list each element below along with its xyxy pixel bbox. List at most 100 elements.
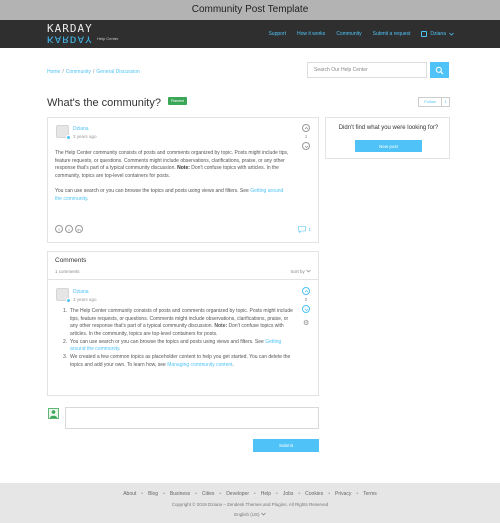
nav-link-support[interactable]: Support: [268, 31, 286, 37]
post-time: 3 years ago: [73, 134, 97, 139]
logo-subtitle: Help Center: [97, 36, 119, 41]
post-body-paragraph: You can use search or you can browse the…: [55, 188, 284, 202]
search-input[interactable]: [307, 62, 427, 78]
breadcrumb-separator: /: [62, 69, 64, 75]
facebook-share-icon[interactable]: f: [55, 225, 63, 233]
comment-vote: 0: [302, 287, 310, 313]
comment-count-value: 1: [308, 227, 311, 232]
breadcrumb-home[interactable]: Home: [47, 69, 60, 75]
footer-link-about[interactable]: About: [123, 491, 136, 497]
nav-link-community[interactable]: Community: [336, 31, 361, 37]
linkedin-share-icon[interactable]: in: [75, 225, 83, 233]
post-body-paragraph: The Help Center community consists of po…: [55, 150, 289, 179]
footer-separator: •: [219, 491, 222, 497]
nav-links: Support How it works Community Submit a …: [268, 20, 454, 48]
footer-separator: •: [276, 491, 278, 497]
downvote-button[interactable]: [302, 142, 310, 150]
managing-content-link[interactable]: Managing community content: [167, 362, 232, 368]
chevron-down-icon: [261, 512, 266, 516]
footer-separator: •: [141, 491, 144, 497]
language-selector[interactable]: English (US): [0, 512, 500, 517]
post-vote: 1: [302, 124, 310, 150]
post-author[interactable]: Dziana: [73, 126, 89, 132]
footer-separator: •: [253, 491, 256, 497]
footer-link-business[interactable]: Business: [170, 491, 190, 497]
chevron-down-icon: [306, 269, 311, 273]
brand-logo[interactable]: KARDAY KARDAY Help Center: [47, 22, 118, 45]
downvote-button[interactable]: [302, 305, 310, 313]
upvote-button[interactable]: [302, 287, 310, 295]
breadcrumb-general-discussion[interactable]: General Discussion: [96, 69, 139, 75]
footer-link-cities[interactable]: Cities: [202, 491, 215, 497]
comments-divider: [48, 279, 318, 280]
footer-link-cookies[interactable]: Cookies: [305, 491, 323, 497]
footer-separator: •: [298, 491, 301, 497]
footer-link-help[interactable]: Help: [261, 491, 271, 497]
chevron-down-icon: [449, 32, 454, 36]
footer-link-terms[interactable]: Terms: [363, 491, 377, 497]
follow-count: 1: [442, 97, 450, 107]
sort-label: Sort by: [290, 269, 305, 274]
footer-separator: •: [328, 491, 330, 497]
footer-link-blog[interactable]: Blog: [148, 491, 158, 497]
footer: About • Blog • Business • Cities • Developer…: [0, 483, 500, 523]
verified-icon: [66, 135, 71, 140]
list-item: 1. The Help Center community consists of …: [63, 308, 293, 337]
breadcrumb-separator: /: [93, 69, 95, 75]
upvote-button[interactable]: [302, 124, 310, 132]
footer-link-jobs[interactable]: Jobs: [283, 491, 294, 497]
vote-count: 1: [304, 134, 308, 139]
search-icon: [435, 66, 444, 74]
search-button[interactable]: [430, 62, 449, 78]
arrow-down-icon: [304, 308, 308, 311]
comments-count: 1 comments: [55, 269, 80, 274]
breadcrumb-community[interactable]: Community: [66, 69, 91, 75]
post-card: Dziana 3 years ago 1 The Help Center com…: [47, 117, 319, 243]
arrow-down-icon: [304, 145, 308, 148]
vote-count: 0: [304, 297, 308, 302]
new-post-button[interactable]: New post: [355, 140, 422, 152]
comment-icon: [298, 226, 307, 233]
help-sidebar-card: Didn't find what you were looking for? N…: [325, 117, 450, 159]
arrow-up-icon: [304, 289, 308, 292]
language-label: English (US): [234, 512, 260, 517]
nav-link-submit-request[interactable]: Submit a request: [373, 31, 411, 37]
follow-button[interactable]: Follow: [418, 97, 442, 107]
sidebar-question: Didn't find what you were looking for?: [338, 125, 439, 131]
list-item: 3. We created a few common topics as plac…: [63, 353, 291, 368]
comments-section: Comments 1 comments Sort by Dziana 3 yea…: [47, 251, 319, 396]
breadcrumb: Home / Community / General Discussion: [47, 69, 140, 75]
submit-button[interactable]: Submit: [253, 439, 319, 452]
comment-reply-input[interactable]: [65, 407, 319, 429]
status-badge: Planned: [168, 97, 187, 105]
author-avatar: [56, 125, 71, 140]
footer-separator: •: [356, 491, 359, 497]
window-title: Community Post Template: [0, 0, 500, 20]
footer-separator: •: [163, 491, 165, 497]
comments-heading: Comments: [55, 257, 87, 264]
comment-author[interactable]: Dziana: [73, 289, 89, 295]
twitter-share-icon[interactable]: t: [65, 225, 73, 233]
comment-time: 3 years ago: [73, 297, 97, 302]
copyright-text: Copyright © 2019 Dziana – Zendesk Themes…: [171, 502, 329, 507]
sort-dropdown[interactable]: Sort by: [290, 269, 311, 274]
top-navbar: KARDAY KARDAY Help Center Support How it…: [0, 20, 500, 48]
share-buttons: f t in: [55, 225, 83, 233]
comment-body-list: 1. The Help Center community consists of …: [63, 308, 296, 369]
comment-count[interactable]: 1: [298, 226, 311, 233]
gear-icon[interactable]: ⚙: [303, 319, 309, 327]
page-title: What's the community?: [47, 97, 161, 109]
footer-separator: •: [195, 491, 197, 497]
footer-link-developer[interactable]: Developer: [226, 491, 249, 497]
logo-reflection: KARDAY: [47, 34, 93, 45]
footer-link-privacy[interactable]: Privacy: [335, 491, 351, 497]
comment-author-avatar: [56, 288, 71, 303]
nav-link-how-it-works[interactable]: How it works: [297, 31, 325, 37]
list-item: 2. You can use search or you can browse t…: [63, 338, 282, 353]
reply-avatar-icon: [48, 408, 59, 419]
logo-text: KARDAY: [47, 22, 93, 35]
user-menu[interactable]: Dziana: [421, 31, 454, 37]
user-name: Dziana: [430, 31, 446, 37]
footer-links: About • Blog • Business • Cities • Developer…: [0, 491, 500, 497]
user-avatar-icon: [421, 31, 428, 37]
